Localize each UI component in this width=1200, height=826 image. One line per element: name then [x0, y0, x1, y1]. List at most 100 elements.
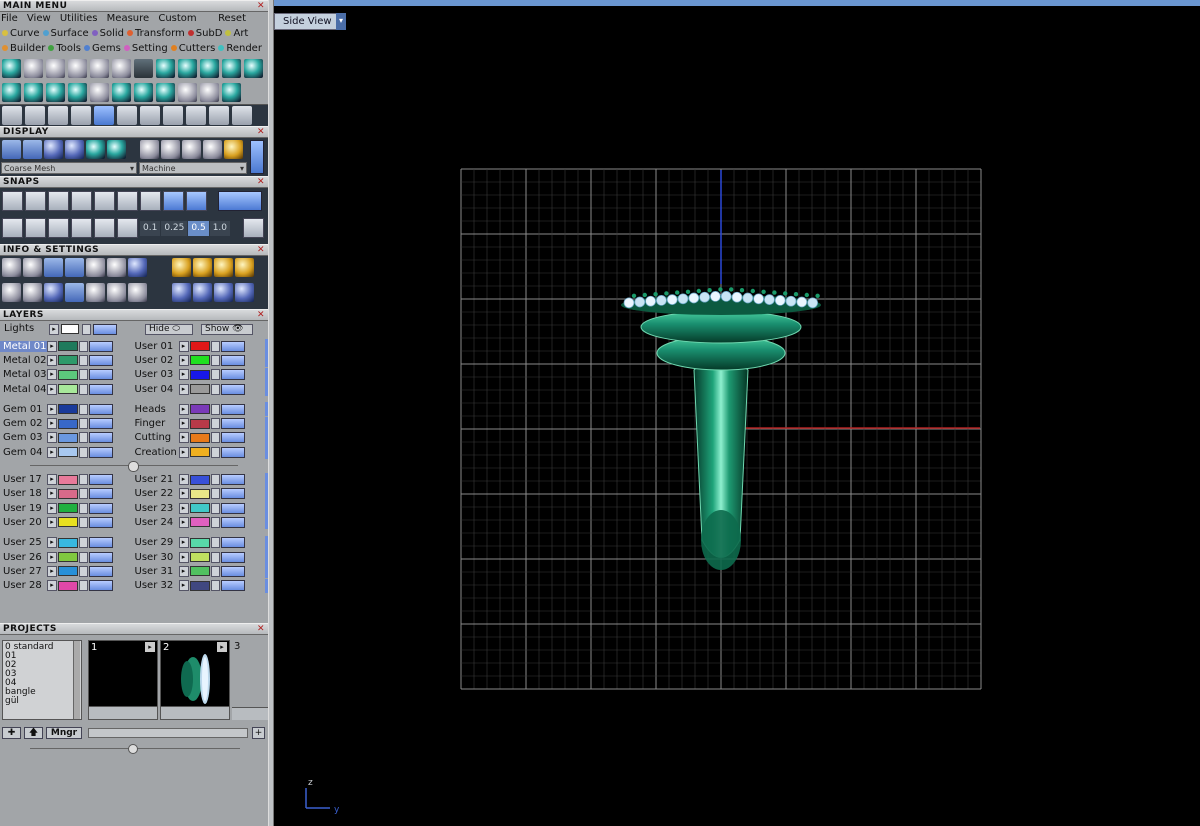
- reset-button[interactable]: Reset: [218, 12, 246, 26]
- pointer-icon[interactable]: [214, 283, 233, 302]
- search-icon[interactable]: [23, 258, 42, 277]
- lamp-tool-icon[interactable]: [24, 58, 43, 78]
- matte-sphere-icon[interactable]: [203, 140, 222, 159]
- snap-horizontal-icon[interactable]: [163, 191, 184, 211]
- lock-icon[interactable]: [210, 488, 220, 500]
- layer-color-swatch[interactable]: [58, 517, 78, 528]
- layer-visibility-toggle[interactable]: [89, 502, 113, 514]
- layer-color-swatch[interactable]: [189, 432, 210, 443]
- move-icon[interactable]: [94, 106, 114, 125]
- layer-name[interactable]: Metal 04: [0, 384, 47, 395]
- layer-color-swatch[interactable]: [58, 418, 78, 429]
- layer-name[interactable]: Gem 02: [0, 418, 47, 429]
- layer-color-swatch[interactable]: [189, 355, 210, 366]
- glass-sphere-icon[interactable]: [182, 140, 201, 159]
- layer-visibility-toggle[interactable]: [220, 537, 245, 549]
- layer-visibility-toggle[interactable]: [220, 565, 245, 577]
- layer-user-32[interactable]: User 32 ▸: [132, 580, 264, 592]
- layer-name[interactable]: Gem 04: [0, 447, 47, 458]
- layer-name[interactable]: User 21: [132, 474, 179, 485]
- layer-visibility-toggle[interactable]: [89, 418, 113, 430]
- flag-tool-icon[interactable]: [90, 58, 109, 78]
- close-icon[interactable]: ✕: [256, 625, 266, 634]
- layer-name[interactable]: User 28: [0, 580, 47, 591]
- menu-utilities[interactable]: Utilities: [60, 13, 98, 24]
- category-transform[interactable]: Transform: [127, 28, 185, 39]
- layer-arrow-icon[interactable]: ▸: [47, 446, 57, 458]
- leaf-tool-icon[interactable]: [156, 58, 175, 78]
- lock-icon[interactable]: [79, 551, 88, 563]
- manager-button[interactable]: Mngr: [46, 727, 82, 739]
- layer-visibility-toggle[interactable]: [89, 537, 113, 549]
- layer-name[interactable]: User 22: [132, 488, 179, 499]
- layer-name[interactable]: Metal 01: [0, 340, 47, 352]
- layer-metal-02[interactable]: Metal 02 ▸: [0, 354, 132, 366]
- layer-color-swatch[interactable]: [189, 566, 210, 577]
- project-list-item[interactable]: 03: [5, 670, 79, 679]
- project-slot-1[interactable]: 1 ▸: [88, 640, 158, 720]
- project-list-scrollbar[interactable]: [73, 641, 80, 719]
- object-cube-icon[interactable]: [44, 283, 63, 302]
- lock-icon[interactable]: [79, 369, 88, 381]
- save-tool-icon[interactable]: [178, 82, 197, 102]
- snap-vertical-icon[interactable]: [186, 191, 207, 211]
- lock-icon[interactable]: [210, 418, 220, 430]
- lock-icon[interactable]: [210, 383, 220, 395]
- layer-color-swatch[interactable]: [189, 503, 210, 514]
- curve-edit-icon[interactable]: [48, 106, 68, 125]
- edit-pen-icon[interactable]: [107, 258, 126, 277]
- layer-visibility-toggle[interactable]: [220, 354, 245, 366]
- snap-angle-icon[interactable]: [94, 191, 115, 211]
- layer-name[interactable]: Heads: [132, 404, 179, 415]
- category-solid[interactable]: Solid: [91, 28, 124, 39]
- layer-user-18[interactable]: User 18 ▸: [0, 488, 132, 500]
- layer-creation[interactable]: Creation ▸: [132, 446, 264, 458]
- category-subd[interactable]: SubD: [187, 28, 222, 39]
- layer-user-27[interactable]: User 27 ▸: [0, 565, 132, 577]
- layer-visibility-toggle[interactable]: [89, 446, 113, 458]
- project-slot-2[interactable]: 2 ▸: [160, 640, 230, 720]
- layer-visibility-toggle[interactable]: [89, 369, 113, 381]
- lock-icon[interactable]: [210, 403, 220, 415]
- layer-visibility-toggle[interactable]: [220, 432, 245, 444]
- layer-name[interactable]: User 04: [132, 384, 179, 395]
- layer-cutting[interactable]: Cutting ▸: [132, 432, 264, 444]
- snap-box-icon[interactable]: [25, 218, 46, 238]
- layer-color-swatch[interactable]: [189, 369, 210, 380]
- layer-finger[interactable]: Finger ▸: [132, 418, 264, 430]
- category-setting[interactable]: Setting: [123, 43, 168, 54]
- layer-arrow-icon[interactable]: ▸: [47, 580, 57, 592]
- lights-visibility[interactable]: [93, 324, 117, 335]
- brush-tool-icon[interactable]: [134, 58, 153, 78]
- export-image-icon[interactable]: [214, 258, 233, 277]
- lock-icon[interactable]: [79, 502, 88, 514]
- wireframe-icon[interactable]: [2, 140, 21, 159]
- category-surface[interactable]: Surface: [42, 28, 89, 39]
- snap-value-0-25[interactable]: 0.25: [161, 221, 188, 236]
- resize-handle[interactable]: [128, 744, 138, 754]
- project-list-item[interactable]: gül: [5, 697, 79, 706]
- lock-icon[interactable]: [210, 551, 220, 563]
- category-tools[interactable]: Tools: [48, 43, 81, 54]
- lock-icon[interactable]: [79, 403, 88, 415]
- shaded-icon[interactable]: [23, 140, 42, 159]
- layer-name[interactable]: Metal 03: [0, 369, 47, 380]
- ring-tool-icon[interactable]: [2, 82, 21, 102]
- layer-name[interactable]: User 17: [0, 474, 47, 485]
- add-slot-button[interactable]: +: [252, 727, 265, 739]
- snap-value-0-1[interactable]: 0.1: [140, 221, 161, 236]
- lock-icon[interactable]: [79, 432, 88, 444]
- circle-icon[interactable]: [232, 106, 252, 125]
- layer-arrow-icon[interactable]: ▸: [47, 418, 57, 430]
- layer-gem-04[interactable]: Gem 04 ▸: [0, 446, 132, 458]
- viewport[interactable]: Side View ▾ z y: [274, 0, 1200, 826]
- chip-tool-icon[interactable]: [112, 58, 131, 78]
- measure-icon[interactable]: [209, 106, 229, 125]
- cube-tool-icon[interactable]: [222, 58, 241, 78]
- project-slot-3[interactable]: 3: [232, 640, 268, 720]
- layer-visibility-toggle[interactable]: [220, 418, 245, 430]
- dimension-icon[interactable]: [193, 283, 212, 302]
- layer-visibility-toggle[interactable]: [89, 432, 113, 444]
- snap-center-icon[interactable]: [117, 191, 138, 211]
- layer-arrow-icon[interactable]: ▸: [47, 354, 57, 366]
